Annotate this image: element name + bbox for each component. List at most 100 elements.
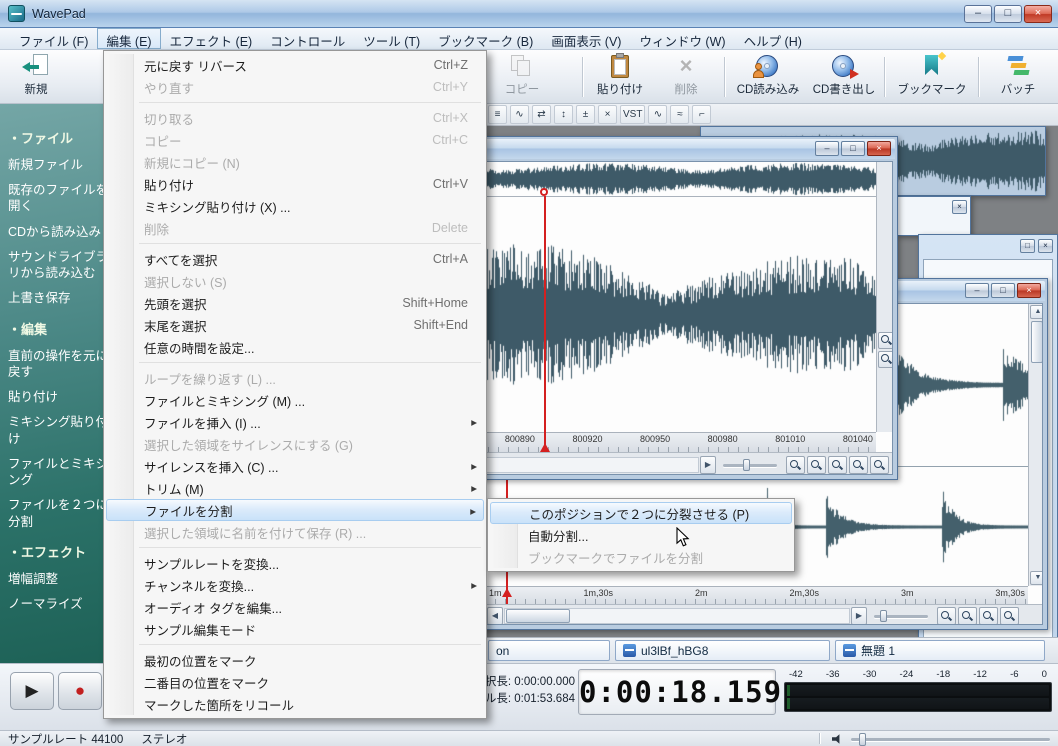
volume-slider-thumb[interactable] — [859, 732, 866, 746]
speaker-icon — [832, 734, 840, 744]
document-tab[interactable]: on — [488, 640, 610, 661]
maximize-button[interactable]: □ — [991, 283, 1015, 298]
toolbar-new-button[interactable]: 新規 — [8, 53, 64, 101]
horizontal-scrollbar[interactable]: ◀ ▶ — [486, 604, 1042, 624]
background-window-fragment[interactable]: × — [897, 196, 971, 236]
toolbar-cd-read-button[interactable]: CD読み込み — [732, 53, 804, 101]
menubar-item[interactable]: ヘルプ (H) — [735, 28, 811, 49]
toolbar-paste-button[interactable]: 貼り付け — [590, 53, 650, 101]
edit-menu-item[interactable]: トリム (M) — [106, 477, 484, 499]
document-tab[interactable]: 無題 1 — [835, 640, 1045, 661]
record-button[interactable]: ● — [58, 672, 102, 710]
edit-menu-item[interactable]: 末尾を選択 Shift+End — [106, 314, 484, 336]
edit-menu-item[interactable]: マークした箇所をリコール — [106, 693, 484, 715]
playback-cursor-handle[interactable] — [540, 188, 548, 196]
close-button[interactable]: × — [1038, 239, 1053, 253]
zoom-vertical-button[interactable] — [870, 455, 889, 474]
playback-cursor-marker[interactable] — [540, 443, 550, 452]
playback-cursor-marker[interactable] — [502, 588, 512, 597]
scroll-left-icon[interactable]: ◀ — [487, 607, 503, 624]
vertical-zoom-out-button[interactable] — [878, 351, 892, 368]
zoom-fit-button[interactable] — [849, 455, 868, 474]
maximize-button[interactable]: □ — [1020, 239, 1035, 253]
close-button[interactable]: × — [867, 141, 891, 156]
zoom-selection-button[interactable] — [979, 607, 998, 624]
tool-icon[interactable]: ∿ — [510, 105, 529, 124]
toolbar-cd-write-button[interactable]: CD書き出し — [808, 53, 880, 101]
menubar-item[interactable]: ファイル (F) — [10, 28, 97, 49]
volume-control[interactable] — [832, 732, 1050, 746]
zoom-selection-button[interactable] — [828, 455, 847, 474]
submenu-item[interactable]: 自動分割... — [490, 524, 792, 546]
menu-item-label: ファイルを挿入 (I) ... — [144, 416, 261, 431]
tool-icon[interactable]: ± — [576, 105, 595, 124]
playback-cursor[interactable] — [544, 196, 546, 452]
edit-menu-item[interactable]: サイレンスを挿入 (C) ... — [106, 455, 484, 477]
zoom-out-button[interactable] — [958, 607, 977, 624]
menubar-item[interactable]: ツール (T) — [354, 28, 429, 49]
menubar-item[interactable]: 画面表示 (V) — [542, 28, 630, 49]
vertical-zoom-bar[interactable] — [876, 162, 892, 432]
document-tab[interactable]: ul3lBf_hBG8 — [615, 640, 830, 661]
selection-length-value: 0:00:00.000 — [514, 676, 575, 688]
edit-menu-item[interactable]: ファイルを分割 — [106, 499, 484, 521]
minimize-button[interactable]: – — [964, 4, 992, 23]
edit-menu-item[interactable]: ファイルを挿入 (I) ... — [106, 411, 484, 433]
edit-menu-item[interactable]: 最初の位置をマーク — [106, 649, 484, 671]
menu-item-label: ファイルとミキシング (M) ... — [144, 394, 306, 409]
close-button[interactable]: × — [1024, 4, 1052, 23]
tool-icon[interactable]: ≡ — [488, 105, 507, 124]
menubar-item[interactable]: ブックマーク (B) — [429, 28, 542, 49]
menubar-item[interactable]: コントロール — [261, 28, 354, 49]
toolbar-batch-button[interactable]: バッチ — [988, 53, 1048, 101]
tool-icon[interactable]: × — [598, 105, 617, 124]
ruler-label: 2m,30s — [789, 588, 819, 598]
edit-menu-item[interactable]: 貼り付け Ctrl+V — [106, 173, 484, 195]
minimize-button[interactable]: – — [965, 283, 989, 298]
zoom-fit-button[interactable] — [1000, 607, 1019, 624]
minimize-button[interactable]: – — [815, 141, 839, 156]
play-button[interactable]: ▶ — [10, 672, 54, 710]
bookmark-icon — [918, 51, 947, 80]
menubar-item[interactable]: 編集 (E) — [97, 28, 161, 49]
tool-icon[interactable]: ↕ — [554, 105, 573, 124]
scroll-down-icon[interactable]: ▼ — [1030, 571, 1042, 585]
vertical-zoom-in-button[interactable] — [878, 332, 892, 349]
edit-menu-item[interactable]: オーディオ タグを編集... — [106, 596, 484, 618]
edit-menu-item[interactable]: サンプル編集モード — [106, 618, 484, 640]
close-button[interactable]: × — [1017, 283, 1041, 298]
menubar-item[interactable]: エフェクト (E) — [161, 28, 262, 49]
tool-icon[interactable]: ∿ — [648, 105, 668, 124]
zoom-slider[interactable] — [872, 607, 930, 624]
menubar-item[interactable]: ウィンドウ (W) — [630, 28, 734, 49]
app-titlebar[interactable]: WavePad – □ × — [0, 0, 1058, 28]
scroll-up-icon[interactable]: ▲ — [1030, 305, 1042, 319]
menu-item-shortcut: Shift+End — [413, 318, 468, 332]
tool-icon[interactable]: ⇄ — [532, 105, 551, 124]
scroll-right-icon[interactable]: ▶ — [851, 607, 867, 624]
zoom-in-button[interactable] — [786, 455, 805, 474]
maximize-button[interactable]: □ — [841, 141, 865, 156]
toolbar-bookmark-button[interactable]: ブックマーク — [892, 51, 972, 101]
edit-menu-item[interactable]: ファイルとミキシング (M) ... — [106, 389, 484, 411]
tool-icon[interactable]: ⌐ — [692, 105, 712, 124]
tool-icon[interactable]: ≈ — [670, 105, 690, 124]
zoom-slider[interactable] — [721, 456, 779, 474]
scroll-right-icon[interactable]: ▶ — [700, 455, 716, 474]
zoom-in-button[interactable] — [937, 607, 956, 624]
edit-menu-item[interactable]: サンプルレートを変換... — [106, 552, 484, 574]
edit-menu-item[interactable]: 二番目の位置をマーク — [106, 671, 484, 693]
vertical-scrollbar[interactable]: ▲ ▼ — [1028, 304, 1042, 586]
close-button[interactable]: × — [952, 200, 967, 214]
edit-menu-item[interactable]: 元に戻す リバース Ctrl+Z — [106, 54, 484, 76]
submenu-item[interactable]: このポジションで２つに分裂させる (P) — [490, 502, 792, 524]
edit-menu-item[interactable]: 任意の時間を設定... — [106, 336, 484, 358]
zoom-out-button[interactable] — [807, 455, 826, 474]
scrollbar-thumb[interactable] — [506, 609, 570, 623]
edit-menu-item[interactable]: 先頭を選択 Shift+Home — [106, 292, 484, 314]
edit-menu-item[interactable]: チャンネルを変換... — [106, 574, 484, 596]
edit-menu-item[interactable]: すべてを選択 Ctrl+A — [106, 248, 484, 270]
maximize-button[interactable]: □ — [994, 4, 1022, 23]
tool-icon[interactable]: VST — [620, 105, 646, 124]
edit-menu-item[interactable]: ミキシング貼り付け (X) ... — [106, 195, 484, 217]
